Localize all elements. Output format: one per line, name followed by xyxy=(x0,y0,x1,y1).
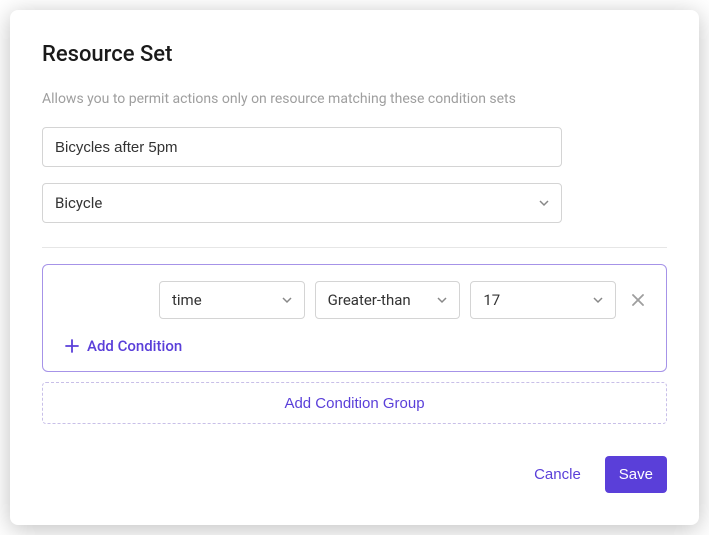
resource-type-value: Bicycle xyxy=(55,194,102,212)
resource-set-dialog: Resource Set Allows you to permit action… xyxy=(10,10,699,525)
resource-set-name-input[interactable] xyxy=(42,127,562,167)
chevron-down-icon xyxy=(437,295,447,305)
divider xyxy=(42,247,667,248)
chevron-down-icon xyxy=(282,295,292,305)
cancel-button[interactable]: Cancle xyxy=(526,458,589,491)
condition-value-value: 17 xyxy=(483,291,500,309)
condition-attribute-value: time xyxy=(172,291,202,309)
dialog-title: Resource Set xyxy=(42,42,667,67)
save-button[interactable]: Save xyxy=(605,456,667,493)
condition-group: time Greater-than 17 xyxy=(42,264,667,372)
plus-icon xyxy=(65,339,79,353)
condition-attribute-select[interactable]: time xyxy=(159,281,305,319)
add-condition-label: Add Condition xyxy=(87,337,182,355)
resource-type-select[interactable]: Bicycle xyxy=(42,183,562,223)
condition-row: time Greater-than 17 xyxy=(59,281,650,319)
remove-condition-button[interactable] xyxy=(626,288,650,312)
condition-operator-value: Greater-than xyxy=(328,291,411,309)
dialog-footer: Cancle Save xyxy=(42,456,667,493)
condition-operator-select[interactable]: Greater-than xyxy=(315,281,461,319)
dialog-description: Allows you to permit actions only on res… xyxy=(42,91,667,107)
close-icon xyxy=(631,293,645,307)
add-condition-group-button[interactable]: Add Condition Group xyxy=(42,382,667,424)
condition-value-select[interactable]: 17 xyxy=(470,281,616,319)
chevron-down-icon xyxy=(593,295,603,305)
chevron-down-icon xyxy=(539,198,549,208)
add-condition-button[interactable]: Add Condition xyxy=(59,337,650,355)
